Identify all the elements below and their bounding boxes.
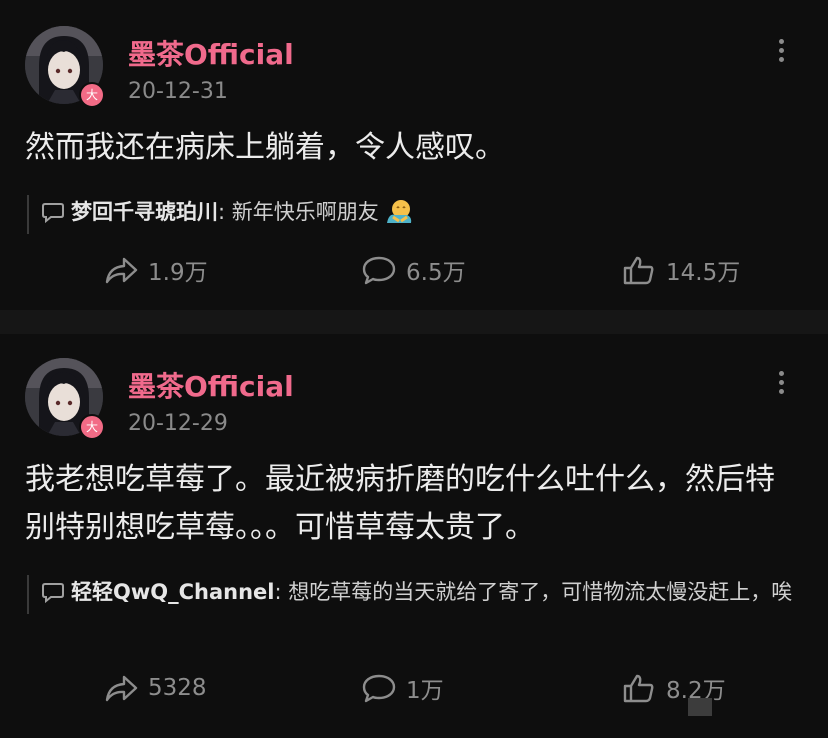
comment-separator: : [274,580,282,604]
post-card[interactable]: 大 墨茶Official 20-12-29 我老想吃草莓了。最近被病折磨的吃什么… [0,334,828,738]
comment-count: 6.5万 [406,260,466,286]
share-icon [105,257,138,284]
post-content: 然而我还在病床上躺着，令人感叹。 [25,130,505,165]
username[interactable]: 墨茶Official [128,365,294,405]
like-icon [623,256,654,285]
more-icon[interactable] [770,368,792,398]
comment-bubble-icon [41,580,65,614]
comment-icon [362,674,396,703]
comment-bubble-icon [41,200,65,234]
like-icon [623,674,654,703]
post-content: 我老想吃草莓了。最近被病折磨的吃什么吐什么，然后特别特别想吃草莓。。。可惜草莓太… [25,462,775,545]
share-button[interactable]: 5328 [104,668,207,708]
comment-count: 1万 [406,678,444,704]
share-count: 5328 [148,675,207,701]
hot-comment[interactable]: 梦回千寻琥珀川: 新年快乐啊朋友 [27,195,803,234]
comment-text: 想吃草莓的当天就给了寄了，可惜物流太慢没赶上，唉 [281,580,793,604]
post-date: 20-12-29 [128,411,228,436]
comment-author[interactable]: 梦回千寻琥珀川 [71,200,218,224]
hug-emoji [385,197,413,225]
more-icon[interactable] [770,36,792,66]
comment-button[interactable]: 1万 [362,668,444,708]
like-count: 14.5万 [666,260,741,286]
post-card[interactable]: 大 墨茶Official 20-12-31 然而我还在病床上躺着，令人感叹。 梦… [0,0,828,310]
comment-button[interactable]: 6.5万 [362,250,466,290]
share-button[interactable]: 1.9万 [104,250,208,290]
like-button[interactable]: 14.5万 [622,250,740,290]
comment-text: 新年快乐啊朋友 [225,200,379,224]
watermark-block [688,698,712,716]
share-icon [105,675,138,702]
hot-comment[interactable]: 轻轻QwQ_Channel: 想吃草莓的当天就给了寄了，可惜物流太慢没赶上，唉 [27,575,803,614]
vip-badge: 大 [79,414,105,440]
comment-author[interactable]: 轻轻QwQ_Channel [71,580,274,604]
share-count: 1.9万 [148,260,208,286]
post-date: 20-12-31 [128,79,228,104]
action-bar: 1.9万 6.5万 14.5万 [0,250,828,290]
username[interactable]: 墨茶Official [128,33,294,73]
vip-badge: 大 [79,82,105,108]
comment-icon [362,256,396,285]
